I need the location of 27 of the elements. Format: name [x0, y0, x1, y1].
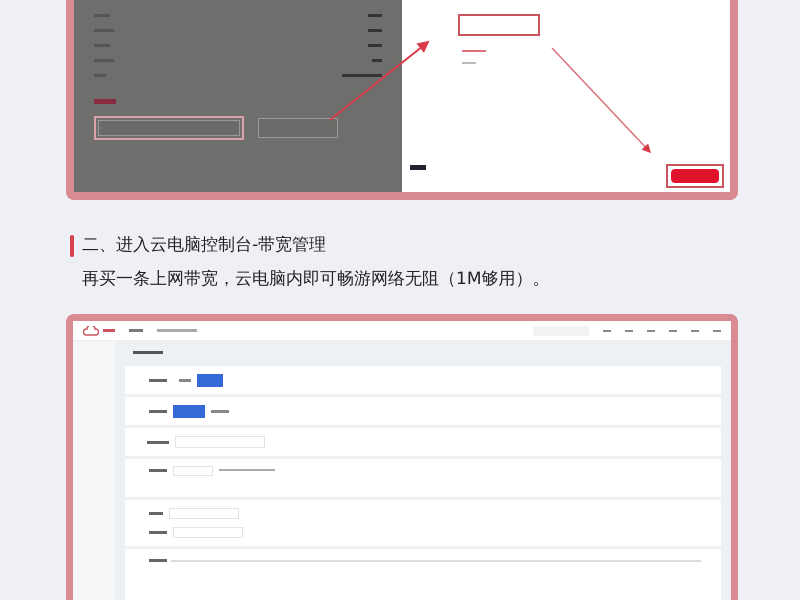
skeleton-line: [157, 329, 197, 332]
input-field[interactable]: [175, 436, 265, 448]
section-title: 二、进入云电脑控制台-带宽管理: [82, 234, 326, 257]
skeleton-line: [149, 410, 167, 412]
accent-bar: [70, 234, 74, 257]
skeleton-line: [133, 350, 163, 354]
cloud-logo-icon: [83, 326, 99, 336]
option-button[interactable]: [173, 404, 205, 418]
skeleton-line: [147, 440, 169, 444]
skeleton-line: [342, 74, 382, 77]
skeleton-line: [149, 559, 167, 562]
buy-button[interactable]: [258, 118, 338, 138]
input-field[interactable]: [173, 466, 213, 476]
buy-button[interactable]: [671, 169, 719, 183]
price-mark: [94, 99, 116, 104]
buy-button[interactable]: [98, 120, 240, 136]
section-description: 再买一条上网带宽，云电脑内即可畅游网络无阻（1M够用）。: [82, 268, 550, 290]
skeleton-line: [462, 62, 476, 64]
option-button[interactable]: [197, 374, 223, 386]
skeleton-line: [149, 378, 167, 382]
dropdown-field[interactable]: [173, 527, 243, 538]
dropdown-field[interactable]: [169, 508, 239, 519]
skeleton-line: [149, 531, 167, 534]
skeleton-line: [149, 469, 167, 472]
skeleton-line: [462, 50, 486, 52]
skeleton-line: [211, 410, 229, 412]
skeleton-line: [219, 469, 275, 471]
